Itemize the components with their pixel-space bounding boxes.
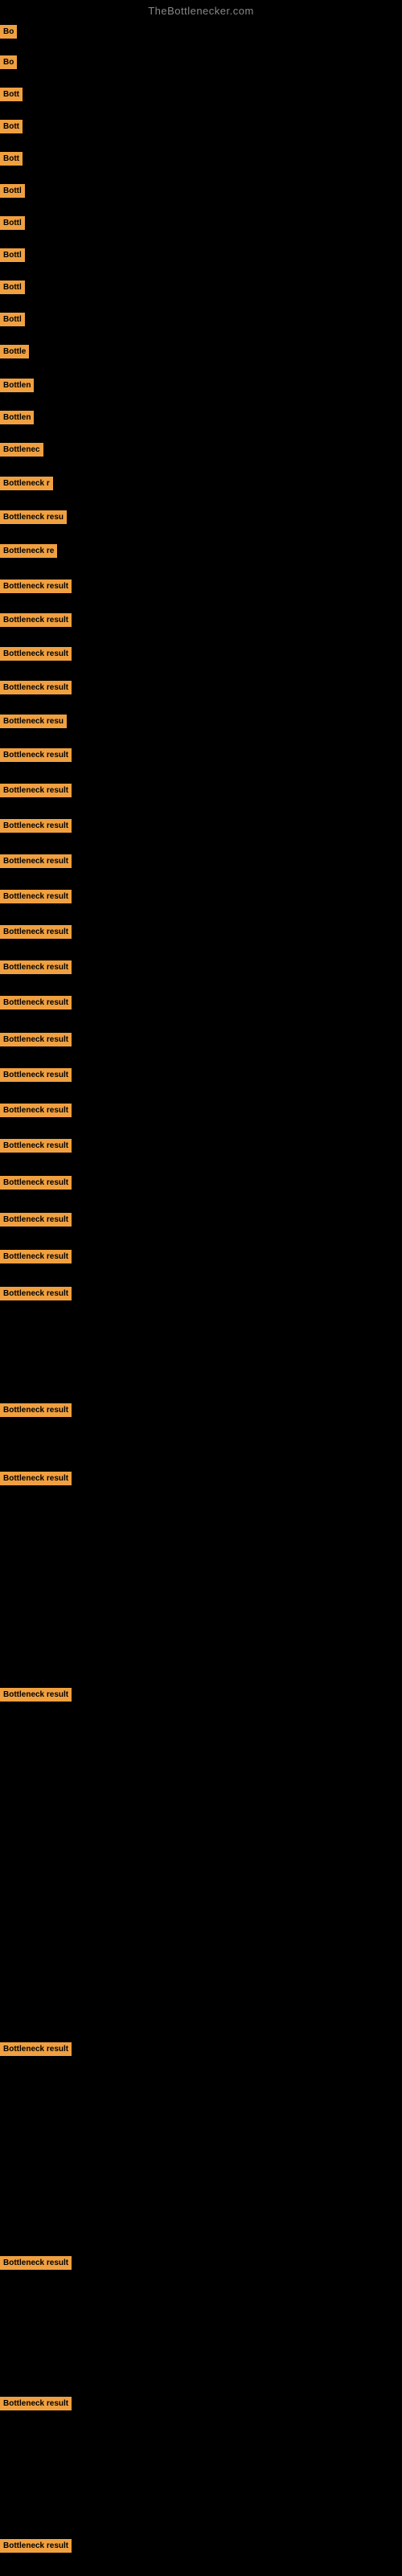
list-item: Bott [0,152,23,166]
bottleneck-label: Bottleneck result [0,613,72,627]
list-item: Bottleneck result [0,1068,72,1082]
list-item: Bottleneck re [0,544,57,558]
bottleneck-label: Bottl [0,281,25,294]
bottleneck-label: Bottleneck result [0,1033,72,1046]
bottleneck-label: Bottleneck result [0,1472,72,1485]
bottleneck-label: Bottleneck resu [0,510,67,524]
bottleneck-label: Bo [0,55,17,69]
bottleneck-label: Bottleneck re [0,544,57,558]
bottleneck-label: Bottl [0,184,25,198]
bottleneck-label: Bottleneck result [0,2256,72,2270]
bottleneck-label: Bottleneck result [0,2042,72,2056]
bottleneck-label: Bott [0,120,23,133]
list-item: Bottleneck result [0,2042,72,2056]
list-item: Bottleneck result [0,1688,72,1702]
bottleneck-label: Bottleneck result [0,925,72,939]
bottleneck-label: Bott [0,88,23,101]
bottleneck-label: Bottle [0,345,29,358]
list-item: Bottleneck result [0,2256,72,2270]
bottleneck-label: Bottleneck result [0,1250,72,1263]
bottleneck-label: Bottleneck result [0,890,72,903]
list-item: Bottleneck result [0,1472,72,1485]
list-item: Bottl [0,313,25,326]
list-item: Bottl [0,216,25,230]
bottleneck-label: Bottleneck result [0,784,72,797]
bottleneck-label: Bottleneck resu [0,715,67,728]
bottleneck-label: Bottleneck result [0,579,72,593]
bottleneck-label: Bottleneck result [0,1287,72,1300]
site-title: TheBottlenecker.com [0,0,402,20]
list-item: Bottleneck result [0,996,72,1010]
list-item: Bottleneck result [0,1104,72,1117]
list-item: Bottleneck result [0,854,72,868]
list-item: Bottleneck result [0,960,72,974]
list-item: Bottleneck result [0,681,72,694]
bottleneck-label: Bottleneck r [0,477,53,490]
list-item: Bott [0,120,23,133]
list-item: Bottleneck result [0,1287,72,1300]
list-item: Bottleneck result [0,925,72,939]
list-item: Bottleneck result [0,1139,72,1153]
bottleneck-label: Bottleneck result [0,1176,72,1190]
bottleneck-label: Bott [0,152,23,166]
list-item: Bottl [0,281,25,294]
list-item: Bottleneck result [0,784,72,797]
list-item: Bottleneck result [0,748,72,762]
list-item: Bottle [0,345,29,358]
list-item: Bottlenec [0,443,43,457]
bottleneck-label: Bottleneck result [0,1403,72,1417]
list-item: Bottleneck result [0,2397,72,2410]
list-item: Bo [0,55,17,69]
bottleneck-label: Bottleneck result [0,681,72,694]
list-item: Bottleneck result [0,579,72,593]
list-item: Bottleneck resu [0,715,67,728]
list-item: Bottleneck result [0,1403,72,1417]
bottleneck-label: Bottleneck result [0,2539,72,2553]
list-item: Bott [0,88,23,101]
list-item: Bottl [0,248,25,262]
list-item: Bottleneck result [0,1033,72,1046]
bottleneck-label: Bottl [0,216,25,230]
list-item: Bottleneck result [0,1213,72,1227]
bottleneck-label: Bottlen [0,379,34,392]
list-item: Bottleneck result [0,890,72,903]
bottleneck-label: Bottleneck result [0,819,72,833]
bottleneck-label: Bottl [0,248,25,262]
list-item: Bottleneck result [0,1176,72,1190]
list-item: Bottleneck resu [0,510,67,524]
list-item: Bottleneck result [0,613,72,627]
bottleneck-label: Bottleneck result [0,960,72,974]
bottleneck-label: Bottleneck result [0,2397,72,2410]
list-item: Bottlen [0,411,34,424]
bottleneck-label: Bottleneck result [0,1213,72,1227]
bottleneck-label: Bottlen [0,411,34,424]
list-item: Bottleneck result [0,819,72,833]
bottleneck-label: Bottleneck result [0,748,72,762]
bottleneck-label: Bottleneck result [0,1104,72,1117]
list-item: Bottl [0,184,25,198]
list-item: Bottleneck result [0,2539,72,2553]
list-item: Bottleneck r [0,477,53,490]
bottleneck-label: Bottleneck result [0,996,72,1010]
bottleneck-label: Bottl [0,313,25,326]
bottleneck-label: Bottleneck result [0,1139,72,1153]
list-item: Bottleneck result [0,647,72,661]
bottleneck-label: Bottleneck result [0,647,72,661]
bottleneck-label: Bo [0,25,17,39]
list-item: Bo [0,25,17,39]
bottleneck-label: Bottleneck result [0,854,72,868]
bottleneck-label: Bottlenec [0,443,43,457]
list-item: Bottleneck result [0,1250,72,1263]
list-item: Bottlen [0,379,34,392]
bottleneck-label: Bottleneck result [0,1688,72,1702]
bottleneck-label: Bottleneck result [0,1068,72,1082]
